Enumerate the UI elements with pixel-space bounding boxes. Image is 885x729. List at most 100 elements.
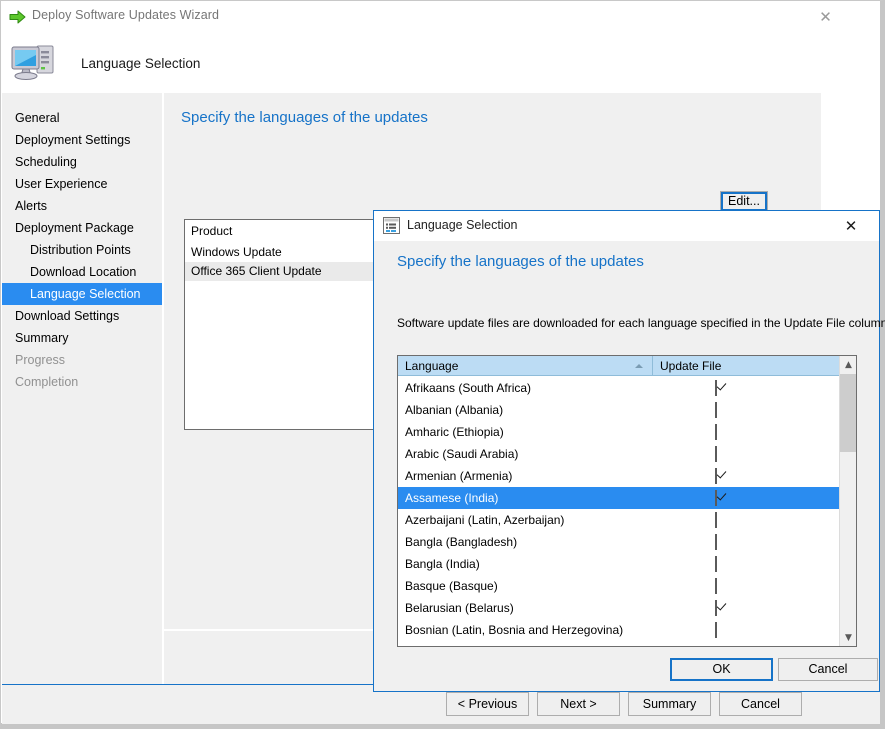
language-name: Belarusian (Belarus)	[398, 601, 653, 615]
page-heading: Specify the languages of the updates	[181, 109, 428, 126]
vertical-scrollbar[interactable]: ▲ ▼	[839, 356, 856, 646]
language-selection-dialog: Language Selection ✕ Specify the languag…	[373, 210, 880, 692]
sidebar-item-language-selection[interactable]: Language Selection	[2, 283, 162, 305]
ok-button[interactable]: OK	[670, 658, 773, 681]
table-row[interactable]: Arabic (Saudi Arabia)	[398, 443, 839, 465]
table-row[interactable]: Belarusian (Belarus)	[398, 597, 839, 619]
edit-button[interactable]: Edit...	[720, 191, 768, 212]
computer-icon	[10, 40, 62, 85]
update-file-checkbox[interactable]	[715, 512, 717, 528]
table-row[interactable]: Albanian (Albania)	[398, 399, 839, 421]
close-icon[interactable]: ✕	[803, 5, 848, 29]
close-icon[interactable]: ✕	[831, 213, 871, 239]
sidebar-item-completion: Completion	[2, 371, 162, 393]
update-file-cell[interactable]	[653, 601, 839, 615]
table-row[interactable]: Amharic (Ethiopia)	[398, 421, 839, 443]
language-name: Armenian (Armenia)	[398, 469, 653, 483]
language-name: Bangla (India)	[398, 557, 653, 571]
language-grid-header: Language Update File	[398, 356, 856, 376]
dialog-cancel-button[interactable]: Cancel	[778, 658, 878, 681]
dialog-heading: Specify the languages of the updates	[397, 253, 644, 270]
wizard-title: Deploy Software Updates Wizard	[32, 8, 219, 22]
update-file-cell[interactable]	[653, 535, 839, 549]
scrollbar-thumb[interactable]	[840, 374, 857, 452]
sidebar-item-distribution-points[interactable]: Distribution Points	[2, 239, 162, 261]
product-row[interactable]: Office 365 Client Update	[185, 262, 378, 281]
update-file-checkbox[interactable]	[715, 446, 717, 462]
scroll-up-icon[interactable]: ▲	[840, 356, 857, 373]
dialog-description: Software update files are downloaded for…	[397, 316, 885, 330]
update-file-cell[interactable]	[653, 557, 839, 571]
table-row[interactable]: Bosnian (Latin, Bosnia and Herzegovina)	[398, 619, 839, 641]
green-arrow-icon	[9, 9, 27, 25]
language-name: Afrikaans (South Africa)	[398, 381, 653, 395]
update-file-cell[interactable]	[653, 403, 839, 417]
product-row[interactable]: Windows Update	[185, 243, 378, 262]
language-name: Assamese (India)	[398, 491, 653, 505]
update-file-checkbox[interactable]	[715, 534, 717, 550]
list-window-icon	[383, 217, 400, 234]
update-file-cell[interactable]	[653, 491, 839, 505]
update-file-cell[interactable]	[653, 579, 839, 593]
update-file-checkbox[interactable]	[715, 490, 717, 506]
table-row[interactable]: Armenian (Armenia)	[398, 465, 839, 487]
update-file-checkbox[interactable]	[715, 424, 717, 440]
update-file-cell[interactable]	[653, 513, 839, 527]
language-rows: Afrikaans (South Africa) Albanian (Alban…	[398, 377, 839, 646]
update-file-cell[interactable]	[653, 469, 839, 483]
table-row[interactable]: Afrikaans (South Africa)	[398, 377, 839, 399]
sidebar-item-scheduling[interactable]: Scheduling	[2, 151, 162, 173]
update-file-checkbox[interactable]	[715, 600, 717, 616]
wizard-page-title: Language Selection	[81, 56, 200, 71]
table-row[interactable]: Bangla (India)	[398, 553, 839, 575]
sidebar-item-alerts[interactable]: Alerts	[2, 195, 162, 217]
update-file-checkbox[interactable]	[715, 622, 717, 638]
dialog-titlebar: Language Selection ✕	[374, 211, 879, 241]
sidebar-item-download-location[interactable]: Download Location	[2, 261, 162, 283]
column-header-language[interactable]: Language	[398, 356, 653, 375]
update-file-checkbox[interactable]	[715, 556, 717, 572]
deploy-software-updates-wizard-window: Deploy Software Updates Wizard ✕ Languag…	[0, 0, 885, 729]
column-header-language-label: Language	[405, 359, 458, 373]
sidebar-item-download-settings[interactable]: Download Settings	[2, 305, 162, 327]
update-file-checkbox[interactable]	[715, 468, 717, 484]
product-list[interactable]: Product Windows Update Office 365 Client…	[184, 219, 379, 430]
sidebar-item-general[interactable]: General	[2, 107, 162, 129]
dialog-title: Language Selection	[407, 218, 518, 232]
table-row[interactable]: Bangla (Bangladesh)	[398, 531, 839, 553]
update-file-cell[interactable]	[653, 623, 839, 637]
table-row[interactable]: Basque (Basque)	[398, 575, 839, 597]
column-header-update-file[interactable]: Update File	[653, 356, 856, 375]
wizard-header: Language Selection	[1, 32, 880, 92]
language-name: Basque (Basque)	[398, 579, 653, 593]
sidebar-item-progress: Progress	[2, 349, 162, 371]
cancel-button[interactable]: Cancel	[719, 692, 802, 716]
next-button[interactable]: Next >	[537, 692, 620, 716]
product-column-header: Product	[185, 220, 378, 243]
language-name: Albanian (Albania)	[398, 403, 653, 417]
language-name: Bangla (Bangladesh)	[398, 535, 653, 549]
language-name: Azerbaijani (Latin, Azerbaijan)	[398, 513, 653, 527]
table-row[interactable]: Assamese (India)	[398, 487, 839, 509]
scroll-down-icon[interactable]: ▼	[840, 629, 857, 646]
update-file-checkbox[interactable]	[715, 402, 717, 418]
update-file-checkbox[interactable]	[715, 578, 717, 594]
update-file-cell[interactable]	[653, 425, 839, 439]
summary-button[interactable]: Summary	[628, 692, 711, 716]
sidebar-item-user-experience[interactable]: User Experience	[2, 173, 162, 195]
language-grid[interactable]: Language Update File Afrikaans (South Af…	[397, 355, 857, 647]
wizard-sidebar: General Deployment Settings Scheduling U…	[2, 93, 163, 724]
wizard-titlebar: Deploy Software Updates Wizard ✕	[1, 1, 880, 32]
table-row[interactable]: Azerbaijani (Latin, Azerbaijan)	[398, 509, 839, 531]
language-name: Amharic (Ethiopia)	[398, 425, 653, 439]
language-name: Bosnian (Latin, Bosnia and Herzegovina)	[398, 623, 653, 637]
language-name: Arabic (Saudi Arabia)	[398, 447, 653, 461]
sidebar-item-deployment-package[interactable]: Deployment Package	[2, 217, 162, 239]
sidebar-item-summary[interactable]: Summary	[2, 327, 162, 349]
update-file-cell[interactable]	[653, 447, 839, 461]
sort-ascending-icon	[635, 364, 643, 368]
update-file-checkbox[interactable]	[715, 380, 717, 396]
update-file-cell[interactable]	[653, 381, 839, 395]
sidebar-item-deployment-settings[interactable]: Deployment Settings	[2, 129, 162, 151]
previous-button[interactable]: < Previous	[446, 692, 529, 716]
